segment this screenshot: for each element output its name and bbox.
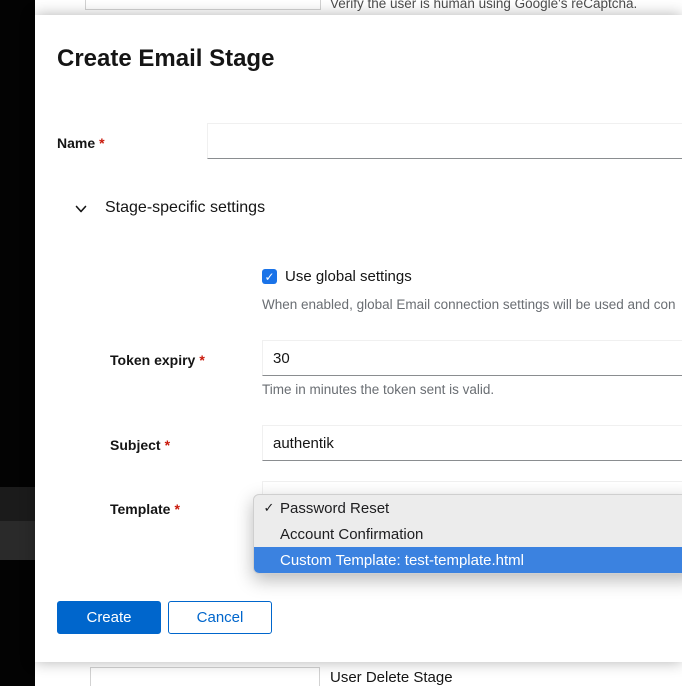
name-label-text: Name — [57, 135, 95, 151]
screen: Verify the user is human using Google's … — [0, 0, 682, 686]
chevron-down-icon — [75, 202, 87, 214]
menu-item-password-reset[interactable]: ✓ Password Reset — [254, 495, 682, 521]
check-icon: ✓ — [261, 500, 277, 516]
use-global-settings-label: Use global settings — [285, 268, 412, 285]
name-input[interactable] — [207, 123, 682, 159]
use-global-settings-checkbox[interactable]: ✓ — [262, 269, 277, 284]
background-page-top: Verify the user is human using Google's … — [35, 0, 682, 15]
required-asterisk: * — [174, 501, 179, 517]
template-label: Template* — [110, 501, 180, 517]
background-stage-description: Verify the user is human using Google's … — [330, 0, 637, 11]
subject-input[interactable] — [262, 425, 682, 461]
menu-item-label: Account Confirmation — [280, 526, 423, 543]
background-table-cell — [90, 667, 320, 686]
template-dropdown-menu: ✓ Password Reset Account Confirmation Cu… — [253, 494, 682, 574]
stage-settings-section-toggle[interactable]: Stage-specific settings — [75, 199, 265, 217]
token-expiry-help: Time in minutes the token sent is valid. — [262, 382, 494, 397]
use-global-settings-help: When enabled, global Email connection se… — [262, 297, 676, 312]
background-page-bottom: User Delete Stage — [35, 662, 682, 686]
modal-title: Create Email Stage — [57, 45, 274, 73]
token-expiry-input[interactable] — [262, 340, 682, 376]
cancel-button[interactable]: Cancel — [168, 601, 272, 634]
token-expiry-label-text: Token expiry — [110, 352, 195, 368]
menu-item-label: Custom Template: test-template.html — [280, 552, 524, 569]
sidebar-item-band — [0, 487, 35, 521]
template-label-text: Template — [110, 501, 170, 517]
create-button[interactable]: Create — [57, 601, 161, 634]
menu-item-account-confirmation[interactable]: Account Confirmation — [254, 521, 682, 547]
menu-item-label: Password Reset — [280, 500, 389, 517]
name-label: Name* — [57, 135, 105, 151]
subject-label-text: Subject — [110, 437, 161, 453]
check-icon: ✓ — [264, 271, 274, 283]
app-sidebar — [0, 0, 35, 686]
background-stage-name: User Delete Stage — [330, 669, 453, 686]
required-asterisk: * — [199, 352, 204, 368]
section-label: Stage-specific settings — [105, 199, 265, 217]
subject-label: Subject* — [110, 437, 170, 453]
sidebar-item-band — [0, 521, 35, 560]
background-table-cell — [85, 0, 321, 10]
required-asterisk: * — [165, 437, 170, 453]
create-email-stage-modal: Create Email Stage Name* Stage-specific … — [35, 15, 682, 662]
use-global-settings-row[interactable]: ✓ Use global settings — [262, 268, 412, 285]
menu-item-custom-template[interactable]: Custom Template: test-template.html — [254, 547, 682, 573]
required-asterisk: * — [99, 135, 104, 151]
token-expiry-label: Token expiry* — [110, 352, 205, 368]
